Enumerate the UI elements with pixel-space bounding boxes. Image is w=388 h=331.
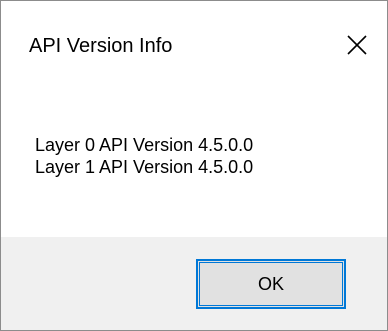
layer-0-version-text: Layer 0 API Version 4.5.0.0 — [35, 135, 254, 155]
ok-button[interactable]: OK — [196, 259, 346, 309]
close-x-icon — [347, 35, 367, 55]
close-button[interactable] — [327, 1, 387, 89]
title-bar: API Version Info — [1, 1, 387, 89]
layer-1-version-text: Layer 1 API Version 4.5.0.0 — [35, 157, 254, 177]
message-area: Layer 0 API Version 4.5.0.0 Layer 1 API … — [1, 89, 387, 237]
api-version-dialog: API Version Info Layer 0 API Version 4.5… — [0, 0, 388, 331]
dialog-title: API Version Info — [29, 35, 173, 57]
button-bar: OK — [1, 237, 387, 330]
